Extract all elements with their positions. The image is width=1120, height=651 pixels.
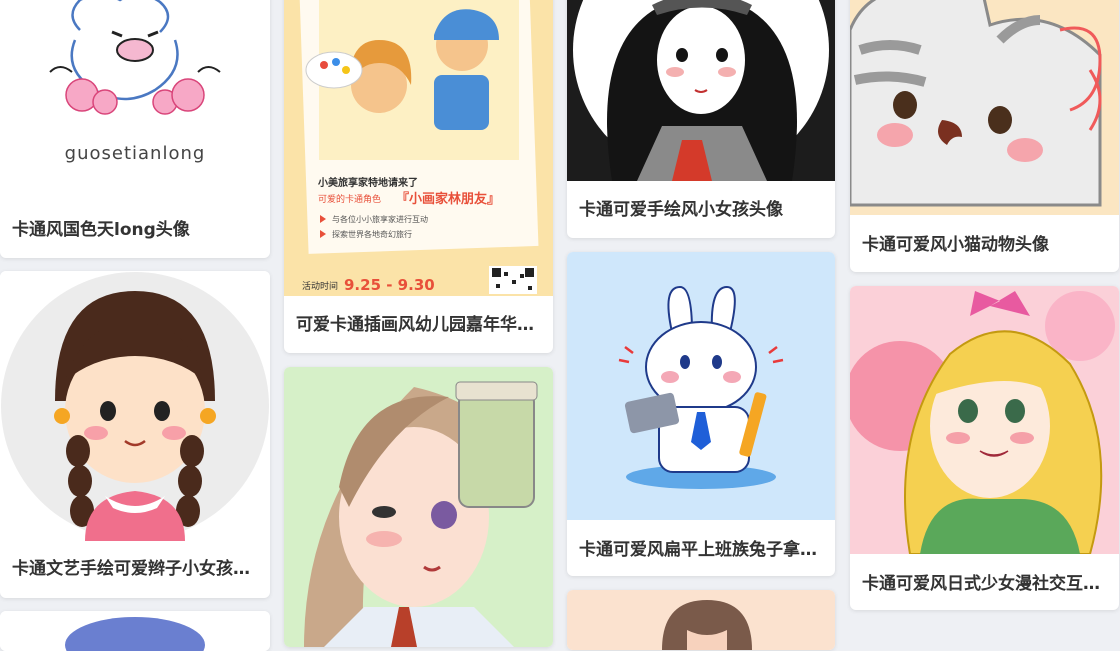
card-cat-avatar[interactable]: 卡通可爱风小猫动物头像 (850, 0, 1119, 272)
card-braid-girl[interactable]: 卡通文艺手绘可爱辫子小女孩… (0, 271, 270, 598)
poster-line2: 可爱的卡通角色 (318, 193, 381, 205)
card-shoujo-girl[interactable]: 卡通可爱风日式少女漫社交互… (850, 286, 1119, 610)
poster-bullet1: 与各位小小旅享家进行互动 (332, 214, 428, 224)
card-thumbnail (284, 367, 553, 647)
card-thumbnail (567, 0, 835, 181)
card-title[interactable]: 可爱卡通插画风幼儿园嘉年华… (296, 310, 541, 335)
card-handdrawn-girl[interactable]: 卡通可爱手绘风小女孩头像 (567, 0, 835, 238)
shoujo-illustration (850, 286, 1119, 554)
card-thumbnail (0, 611, 270, 651)
kids-poster-illustration: 小美旅享家特地请来了 可爱的卡通角色 『小画家林朋友』 与各位小小旅享家进行互动… (284, 0, 553, 296)
card-thumbnail (567, 252, 835, 520)
card-thumbnail (850, 286, 1119, 554)
card-thumbnail (0, 271, 270, 541)
card-partial[interactable] (567, 590, 835, 650)
card-title[interactable]: 卡通可爱风日式少女漫社交互… (862, 569, 1107, 594)
partial-illustration (567, 590, 835, 650)
anime-girl-illustration (284, 367, 553, 647)
sheep-illustration: guosetianlong (0, 0, 270, 208)
poster-time-value: 9.25 - 9.30 (344, 276, 435, 294)
card-thumbnail (850, 0, 1119, 215)
card-title[interactable]: 卡通文艺手绘可爱辫子小女孩… (12, 554, 258, 579)
card-thumbnail: guosetianlong (0, 0, 270, 208)
card-partial[interactable] (0, 611, 270, 651)
cat-illustration (850, 0, 1119, 215)
poster-time-label: 活动时间 (302, 280, 338, 292)
poster-bullet2: 探索世界各地奇幻旅行 (332, 229, 412, 239)
card-title[interactable]: 卡通可爱风小猫动物头像 (862, 230, 1107, 255)
sheep-caption-text: guosetianlong (65, 143, 206, 164)
card-title[interactable]: 卡通风国色天long头像 (12, 215, 258, 240)
card-bunny-office[interactable]: 卡通可爱风扁平上班族兔子拿… (567, 252, 835, 576)
handdrawn-girl-illustration (567, 0, 835, 181)
braid-girl-illustration (0, 271, 270, 541)
card-thumbnail: 小美旅享家特地请来了 可爱的卡通角色 『小画家林朋友』 与各位小小旅享家进行互动… (284, 0, 553, 296)
card-title[interactable]: 卡通可爱风扁平上班族兔子拿… (579, 535, 823, 560)
partial-illustration (0, 611, 270, 651)
card-title[interactable]: 卡通可爱手绘风小女孩头像 (579, 195, 823, 220)
card-anime-girl-drink[interactable] (284, 367, 553, 647)
bunny-office-illustration (567, 252, 835, 520)
card-kindergarten-poster[interactable]: 小美旅享家特地请来了 可爱的卡通角色 『小画家林朋友』 与各位小小旅享家进行互动… (284, 0, 553, 353)
card-thumbnail (567, 590, 835, 650)
poster-highlight: 『小画家林朋友』 (396, 191, 500, 207)
poster-line1: 小美旅享家特地请来了 (317, 176, 418, 189)
card-guosetianlong[interactable]: guosetianlong 卡通风国色天long头像 (0, 0, 270, 258)
